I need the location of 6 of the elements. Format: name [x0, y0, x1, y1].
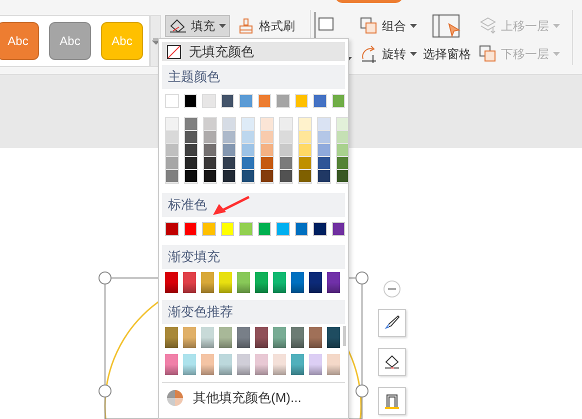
ribbon-tool-button: 下移一层 — [479, 44, 560, 64]
section-heading: 主题颜色 — [162, 65, 345, 89]
ribbon-tool-button: 上移一层 — [479, 16, 560, 36]
section-heading: 渐变填充 — [162, 245, 345, 269]
section-heading: 标准色 — [162, 193, 345, 217]
section-heading: 渐变色推荐 — [162, 300, 345, 324]
